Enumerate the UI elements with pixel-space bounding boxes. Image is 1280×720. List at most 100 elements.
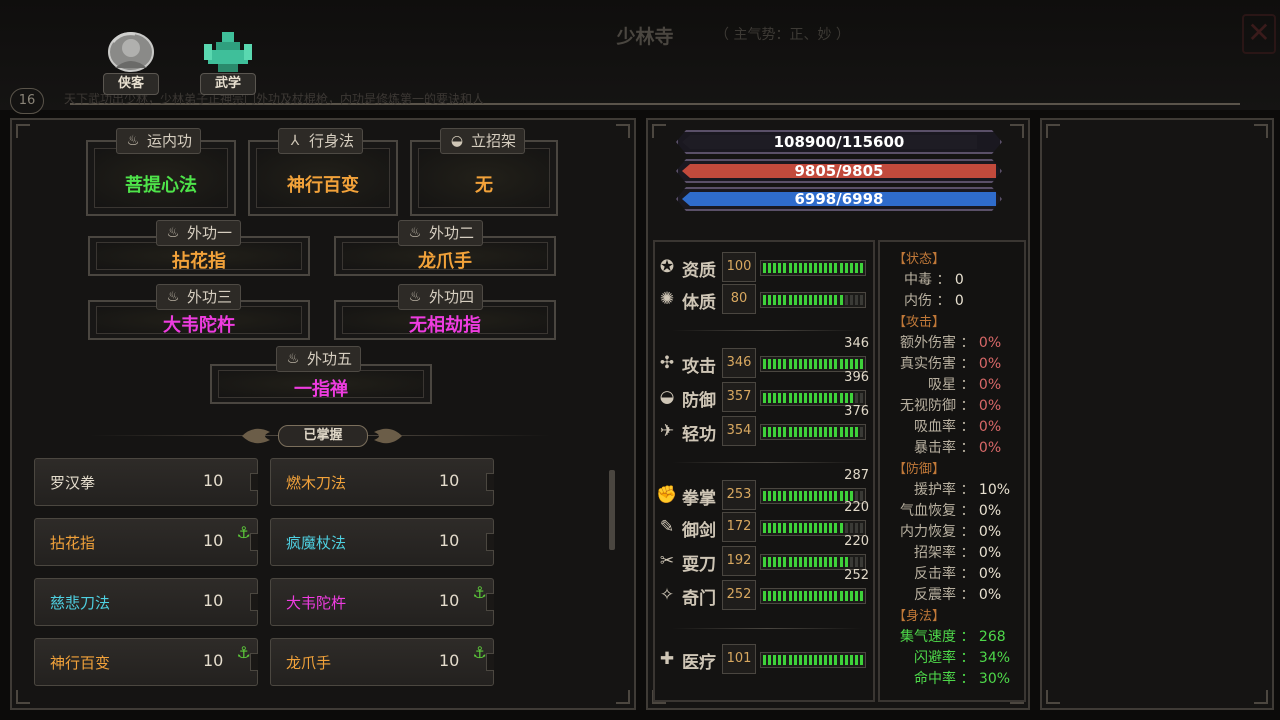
stat-bar-segment <box>834 655 838 665</box>
status-colon: ： <box>932 272 955 288</box>
slot-stance-art-value: 无 <box>475 175 493 196</box>
stat-bar-segment <box>814 263 817 273</box>
stat-bar-segment <box>768 523 772 533</box>
anchor-icon: ⚓ <box>236 523 251 542</box>
status-value: 0% <box>978 524 1002 540</box>
stat-bar-segment <box>763 359 766 369</box>
skills-scrollbar[interactable] <box>609 470 615 550</box>
skill-name: 疯魔杖法 <box>286 534 347 552</box>
stat-value: 354 <box>722 416 756 446</box>
skill-item[interactable]: 龙爪手 10 ⚓ <box>270 638 494 686</box>
stat-bar-segment <box>768 295 772 305</box>
status-value: 0% <box>978 503 1002 519</box>
status-row: 吸星 ： 0% <box>892 374 1001 394</box>
stat-bar-segment <box>768 427 772 437</box>
stat-name: 御剑 <box>682 521 716 541</box>
status-key: 真实伤害 <box>900 356 956 372</box>
slot-outer-4-value: 无相劫指 <box>409 315 481 336</box>
skill-item[interactable]: 慈悲刀法 10 <box>34 578 258 626</box>
status-value: 0% <box>978 377 1002 393</box>
stat-value: 192 <box>722 546 756 576</box>
stat-bar-segment <box>859 393 863 403</box>
stat-bar-segment <box>814 557 817 567</box>
stat-bar <box>760 424 866 440</box>
stat-bar-segment <box>814 591 817 601</box>
close-button[interactable]: ✕ <box>1242 14 1276 54</box>
sword-icon: ✎ <box>659 517 675 537</box>
stat-bar-segment <box>788 295 792 305</box>
stat-bar-segment <box>793 427 797 437</box>
status-key: 气血恢复 <box>900 503 956 519</box>
skill-item[interactable]: 神行百变 10 ⚓ <box>34 638 258 686</box>
skill-item[interactable]: 燃木刀法 10 <box>270 458 494 506</box>
stat-name: 奇门 <box>682 589 716 609</box>
status-row: 吸血率 ： 0% <box>892 416 1001 436</box>
stat-bar-segment <box>819 655 823 665</box>
anchor-icon: ⚓ <box>472 583 487 602</box>
status-section-header: 【防御】 <box>893 462 946 477</box>
skill-name: 神行百变 <box>50 654 111 672</box>
stat-row: ✺ 体质 80 <box>656 284 868 316</box>
status-key: 集气速度 <box>900 629 956 645</box>
stat-bar-segment <box>834 523 838 533</box>
stat-bar-segment <box>829 655 833 665</box>
stat-bar-segment <box>803 427 807 437</box>
stat-bar-segment <box>808 295 812 305</box>
stat-bar-segment <box>839 295 843 305</box>
stat-bar-segment <box>793 263 797 273</box>
flame-icon: ♨ <box>286 351 300 367</box>
skill-item[interactable]: 拈花指 10 ⚓ <box>34 518 258 566</box>
stat-bar <box>760 588 866 604</box>
martial-arts-icon <box>204 32 252 72</box>
slot-movement-art-header: ⅄ 行身法 <box>278 128 364 154</box>
stat-bar-segment <box>788 427 792 437</box>
status-key: 招架率 <box>914 545 956 561</box>
stat-bar-segment <box>773 295 777 305</box>
stat-bar-segment <box>788 523 792 533</box>
skill-name: 拈花指 <box>50 534 96 552</box>
stat-name: 拳掌 <box>682 489 716 509</box>
status-value: 0% <box>978 398 1002 414</box>
slot-outer-1-label: 外功一 <box>187 224 233 242</box>
location-note: （ 主气势：正、妙 ） <box>715 27 850 43</box>
slot-outer-5-header: ♨ 外功五 <box>276 346 362 372</box>
stat-bar-segment <box>844 523 848 533</box>
tab-wuxue[interactable]: 武学 <box>190 30 266 96</box>
stat-bar-segment <box>854 655 858 665</box>
stat-bar-segment <box>844 359 848 369</box>
stat-name: 体质 <box>682 293 716 313</box>
stat-bar-segment <box>824 491 828 501</box>
slot-inner-art-value: 菩提心法 <box>125 175 197 196</box>
stat-bar-segment <box>834 263 838 273</box>
exotic-icon: ✧ <box>659 585 675 605</box>
status-colon: ： <box>956 671 979 687</box>
status-value: 268 <box>978 629 1006 645</box>
skill-item[interactable]: 疯魔杖法 10 <box>270 518 494 566</box>
stat-bar-segment <box>798 523 802 533</box>
stat-bar-segment <box>824 523 828 533</box>
status-value: 0% <box>978 335 1002 351</box>
stat-bar <box>760 292 866 308</box>
stat-bar-segment <box>844 427 848 437</box>
slot-stance-art-label: 立招架 <box>471 132 517 150</box>
stat-bar-segment <box>808 655 812 665</box>
slot-movement-art-label: 行身法 <box>309 132 355 150</box>
stat-bar-segment <box>793 591 797 601</box>
stat-bar-segment <box>849 427 853 437</box>
slot-outer-2-header: ♨ 外功二 <box>398 220 484 246</box>
stat-bar-segment <box>803 393 807 403</box>
skill-item[interactable]: 罗汉拳 10 <box>34 458 258 506</box>
stat-cap: 287 <box>844 468 869 483</box>
status-value: 0% <box>978 587 1002 603</box>
skill-item[interactable]: 大韦陀杵 10 ⚓ <box>270 578 494 626</box>
stat-bar-segment <box>778 263 782 273</box>
status-value: 0% <box>978 566 1002 582</box>
status-colon: ： <box>956 440 979 456</box>
flame-icon: ♨ <box>408 225 422 241</box>
stat-bar-segment <box>783 557 787 567</box>
stat-bar-segment <box>819 523 823 533</box>
slot-outer-5-value: 一指禅 <box>294 379 348 400</box>
stat-bar-segment <box>824 591 828 601</box>
stat-bar-segment <box>808 591 812 601</box>
tab-xiake[interactable]: 侠客 <box>93 30 169 96</box>
